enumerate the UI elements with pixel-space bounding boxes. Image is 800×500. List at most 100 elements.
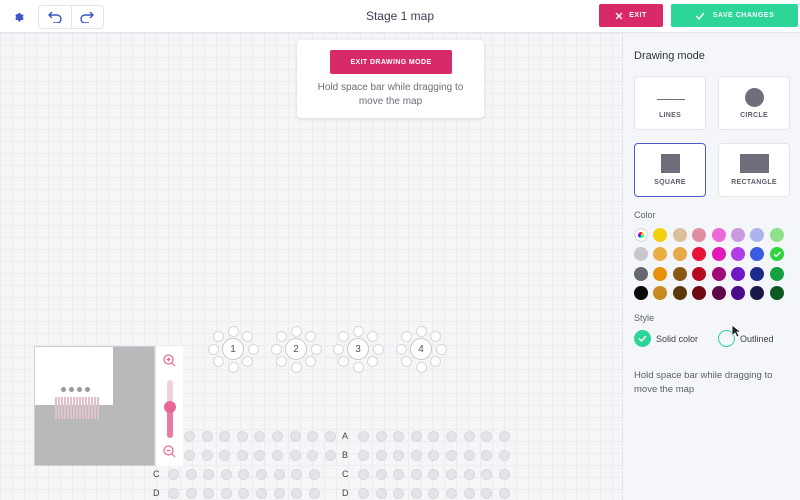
seat[interactable] [410, 468, 422, 480]
seat[interactable] [220, 487, 232, 499]
map-canvas[interactable]: EXIT DRAWING MODE Hold space bar while d… [0, 33, 622, 500]
seat[interactable] [352, 325, 364, 337]
seat[interactable] [410, 487, 422, 499]
color-swatch[interactable] [672, 285, 687, 300]
seat[interactable] [227, 361, 239, 373]
seat[interactable] [366, 356, 378, 368]
seat[interactable] [372, 343, 384, 355]
seat[interactable] [393, 487, 405, 499]
seat[interactable] [236, 449, 248, 461]
seat[interactable] [227, 325, 239, 337]
color-swatch[interactable] [634, 247, 648, 262]
color-swatch[interactable] [672, 247, 687, 262]
seat[interactable] [203, 487, 215, 499]
seat[interactable] [463, 449, 475, 461]
seat[interactable] [375, 449, 387, 461]
seat[interactable] [375, 430, 387, 442]
seat[interactable] [256, 468, 267, 480]
round-table[interactable]: 3 [347, 338, 369, 360]
round-table[interactable]: 2 [285, 338, 307, 360]
seat[interactable] [289, 430, 301, 442]
color-swatch[interactable] [731, 247, 745, 262]
seat[interactable] [375, 487, 387, 499]
seat[interactable] [168, 487, 179, 499]
seat[interactable] [446, 430, 457, 442]
seat[interactable] [270, 343, 282, 355]
seat[interactable] [338, 330, 350, 342]
seat[interactable] [238, 487, 250, 499]
seat[interactable] [220, 468, 232, 480]
exit-button[interactable]: EXIT [599, 4, 663, 27]
color-swatch[interactable] [653, 285, 668, 300]
color-swatch[interactable] [692, 285, 707, 300]
seat[interactable] [393, 468, 405, 480]
seat[interactable] [498, 487, 510, 499]
seat[interactable] [429, 356, 441, 368]
seat[interactable] [338, 356, 350, 368]
shape-lines-button[interactable]: LINES [634, 76, 706, 130]
zoom-out-icon[interactable] [163, 445, 176, 458]
seat[interactable] [428, 430, 440, 442]
seat[interactable] [168, 468, 179, 480]
color-swatch[interactable] [653, 228, 668, 242]
seat[interactable] [415, 361, 427, 373]
round-table[interactable]: 4 [410, 338, 432, 360]
color-swatch[interactable] [731, 266, 745, 281]
seat[interactable] [358, 430, 369, 442]
seat[interactable] [254, 449, 266, 461]
seat[interactable] [324, 449, 336, 461]
seat[interactable] [435, 343, 447, 355]
seat[interactable] [276, 356, 288, 368]
seat[interactable] [463, 430, 475, 442]
color-swatch[interactable] [692, 247, 707, 262]
seat[interactable] [241, 330, 253, 342]
seat[interactable] [213, 330, 225, 342]
seat[interactable] [272, 449, 283, 461]
seat[interactable] [393, 430, 405, 442]
seat[interactable] [272, 430, 283, 442]
seat[interactable] [428, 487, 440, 499]
seat[interactable] [358, 487, 369, 499]
color-swatch[interactable] [731, 285, 745, 300]
color-swatch[interactable] [769, 228, 784, 242]
seat[interactable] [481, 468, 493, 480]
color-swatch[interactable] [672, 266, 687, 281]
seat[interactable] [446, 449, 457, 461]
seat[interactable] [276, 330, 288, 342]
seat[interactable] [256, 487, 267, 499]
exit-drawing-mode-button[interactable]: EXIT DRAWING MODE [330, 50, 452, 74]
minimap[interactable] [34, 346, 155, 466]
round-table[interactable]: 1 [222, 338, 244, 360]
seat[interactable] [324, 430, 336, 442]
color-swatch[interactable] [634, 266, 648, 281]
seat[interactable] [410, 449, 422, 461]
seat[interactable] [446, 487, 457, 499]
zoom-in-icon[interactable] [163, 354, 176, 367]
color-swatch[interactable] [692, 266, 707, 281]
seat[interactable] [203, 468, 215, 480]
seat[interactable] [401, 356, 413, 368]
color-swatch[interactable] [750, 247, 765, 262]
seat[interactable] [463, 468, 475, 480]
seat[interactable] [308, 487, 320, 499]
color-swatch[interactable] [692, 228, 707, 242]
seat[interactable] [410, 430, 422, 442]
seat[interactable] [247, 343, 259, 355]
settings-button[interactable] [5, 5, 32, 28]
color-swatch[interactable] [750, 228, 765, 242]
seat[interactable] [375, 468, 387, 480]
seat[interactable] [498, 468, 510, 480]
seat[interactable] [358, 449, 369, 461]
seat[interactable] [481, 449, 493, 461]
seat[interactable] [428, 449, 440, 461]
color-swatch[interactable] [769, 285, 784, 300]
seat[interactable] [291, 468, 303, 480]
seat[interactable] [238, 468, 250, 480]
seat[interactable] [395, 343, 407, 355]
seat[interactable] [310, 343, 322, 355]
seat[interactable] [429, 330, 441, 342]
style-outlined-option[interactable]: Outlined [718, 330, 774, 347]
color-swatch[interactable] [711, 266, 726, 281]
seat[interactable] [291, 487, 303, 499]
seat[interactable] [358, 468, 369, 480]
